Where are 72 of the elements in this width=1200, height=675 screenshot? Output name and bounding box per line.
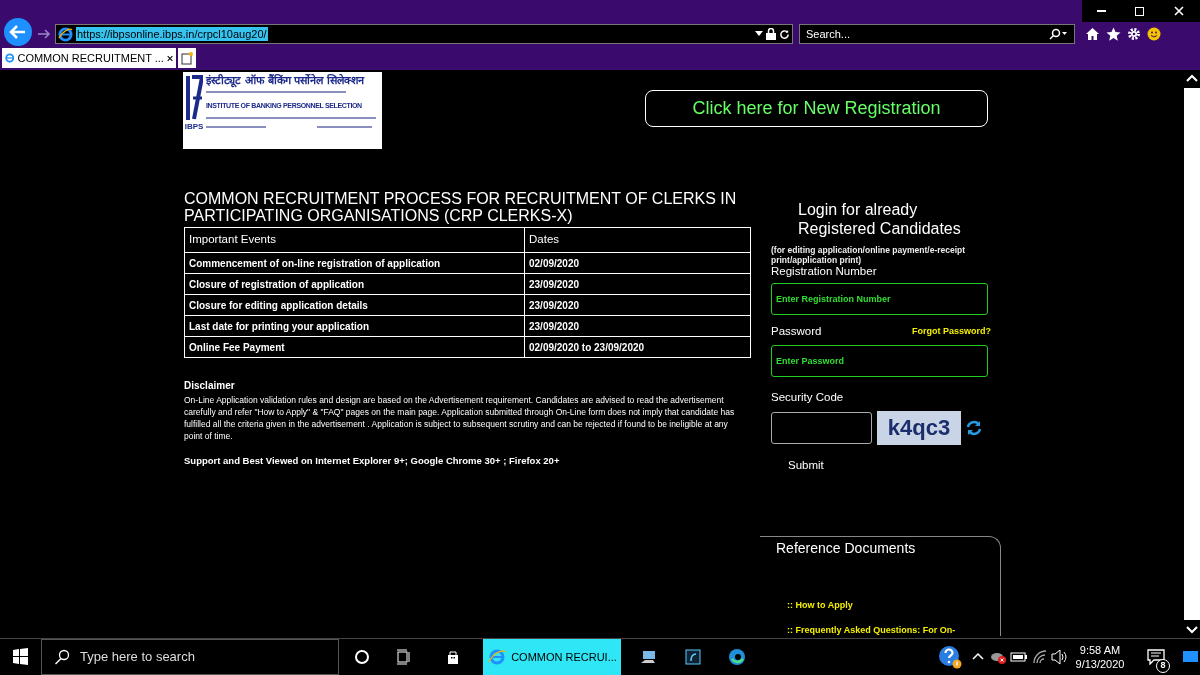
login-title: Login for already Registered Candidates: [798, 200, 962, 238]
scroll-down-icon[interactable]: [1184, 620, 1200, 638]
table-cell: 23/09/2020: [524, 315, 751, 337]
forward-icon[interactable]: [37, 28, 51, 40]
search-icon[interactable]: [1048, 28, 1068, 40]
security-code-field[interactable]: [771, 411, 872, 444]
password-field[interactable]: Enter Password: [771, 345, 988, 378]
close-tab-icon[interactable]: [166, 53, 173, 63]
tab-title: COMMON RECRUITMENT ...: [17, 50, 164, 66]
column-header: Dates: [524, 227, 751, 253]
dropdown-icon[interactable]: [755, 31, 763, 37]
ie-icon: [58, 26, 73, 42]
reference-link[interactable]: :: How to Apply: [787, 598, 1000, 613]
table-cell: Closure of registration of application: [184, 273, 525, 295]
browser-support-note: Support and Best Viewed on Internet Explorer 9+; Google Chrome 30+ ; Firefox 20+: [184, 454, 561, 468]
scroll-up-icon[interactable]: [1184, 70, 1200, 88]
forgot-password-link[interactable]: Forgot Password?: [912, 324, 991, 339]
table-cell: 23/09/2020: [524, 294, 751, 316]
registration-number-field[interactable]: Enter Registration Number: [771, 283, 988, 315]
disclaimer-title: Disclaimer: [184, 379, 236, 393]
home-icon[interactable]: [1085, 27, 1100, 41]
ie-icon: [487, 647, 508, 667]
table-cell: 02/09/2020: [524, 252, 751, 274]
minimize-button[interactable]: [1082, 0, 1120, 22]
settings-icon[interactable]: [1127, 27, 1141, 41]
column-header: Important Events: [184, 227, 525, 253]
refresh-icon[interactable]: [779, 28, 790, 40]
new-tab-button[interactable]: [178, 48, 196, 68]
logo-mark-icon: [185, 74, 203, 122]
logo-abbreviation: IBPS: [184, 122, 204, 131]
table-cell: Commencement of on-line registration of application: [184, 252, 525, 274]
search-icon: [54, 649, 70, 665]
back-icon[interactable]: [3, 17, 33, 47]
captcha-image: k4qc3: [877, 410, 961, 445]
app-icon: [683, 647, 703, 667]
notification-count: 8: [1156, 659, 1170, 673]
close-icon: [1174, 6, 1184, 16]
browser-tab[interactable]: COMMON RECRUITMENT ...: [2, 48, 176, 68]
login-subtitle: (for editing application/online payment/e-receipt print/application print): [771, 245, 967, 265]
clock[interactable]: 9:58 AM 9/13/2020: [1072, 643, 1128, 671]
taskbar-app-button[interactable]: COMMON RECRUI...: [483, 639, 621, 675]
table-cell: 23/09/2020: [524, 273, 751, 295]
lock-icon[interactable]: [766, 28, 776, 40]
registration-number-label: Registration Number: [771, 265, 878, 278]
star-icon[interactable]: [1106, 27, 1121, 41]
notifications-button[interactable]: 8: [1136, 639, 1176, 675]
smiley-icon[interactable]: [1147, 27, 1161, 41]
table-cell: Online Fee Payment: [184, 336, 525, 358]
ie-icon: [5, 51, 15, 65]
scrollbar[interactable]: [1183, 70, 1200, 638]
table-cell: Last date for printing your application: [184, 315, 525, 337]
table-cell: Closure for editing application details: [184, 294, 525, 316]
page-heading: COMMON RECRUITMENT PROCESS FOR RECRUITMENT OF CLERKS IN PARTICIPATING ORGANISATIONS (CRP CLERKS-X): [184, 190, 738, 224]
table-cell: 02/09/2020 to 23/09/2020: [524, 336, 751, 358]
password-label: Password: [771, 324, 822, 339]
url-text: https://ibpsonline.ibps.in/crpcl10aug20/: [76, 27, 268, 41]
security-code-label: Security Code: [771, 390, 845, 406]
reference-title: Reference Documents: [776, 538, 917, 558]
help-icon[interactable]: [938, 645, 962, 669]
search-field[interactable]: Search...: [799, 24, 1075, 44]
reference-link[interactable]: :: Frequently Asked Questions: For On-: [787, 624, 1000, 638]
submit-button[interactable]: Submit: [788, 456, 824, 474]
new-tab-icon: [181, 51, 193, 65]
refresh-captcha-icon[interactable]: [966, 419, 982, 436]
address-bar[interactable]: https://ibpsonline.ibps.in/crpcl10aug20/: [55, 24, 793, 44]
cortana-icon: [352, 647, 372, 667]
new-registration-button[interactable]: Click here for New Registration: [645, 90, 988, 127]
logo-hindi-title: इंस्टीट्यूट ऑफ बैंकिंग पर्सोनेल सिलेक्शन: [206, 74, 366, 87]
edge-icon: [727, 647, 747, 667]
close-button[interactable]: [1158, 0, 1200, 22]
taskbar-search-field[interactable]: Type here to search: [41, 639, 339, 675]
disclaimer-text: On-Line Application validation rules and design are based on the Advertisement requirement. Candidates are advised to read the advertisement carefully and refer "How to Apply" & "FAQ" pages on the main page. Application submitted through On-Line form does not imply that candidate has fulfilled all the criteria given in the advertisement . Application is subject to subsequent scrutiny and can be rejected if found to be ineligible at any point of time.: [184, 394, 736, 442]
